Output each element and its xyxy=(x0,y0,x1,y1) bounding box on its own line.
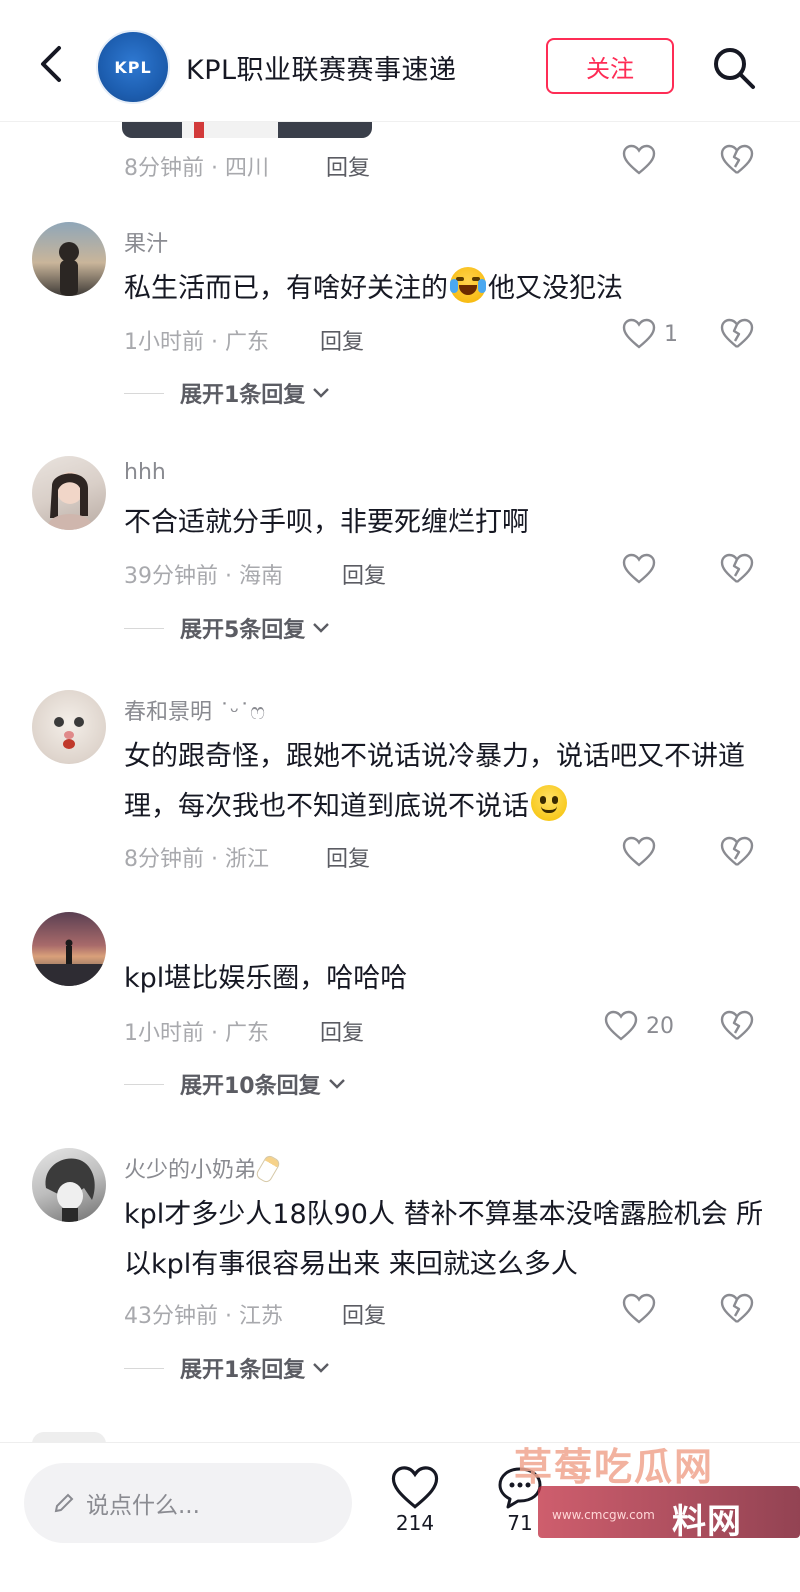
avatar[interactable] xyxy=(32,690,106,764)
dislike-button[interactable] xyxy=(720,1010,754,1046)
broken-heart-icon xyxy=(720,553,754,583)
broken-heart-icon xyxy=(720,144,754,174)
comment-time-location: 43分钟前 · 江苏 xyxy=(124,1304,283,1329)
heart-icon xyxy=(622,144,656,175)
like-button[interactable] xyxy=(622,1293,656,1325)
expand-replies-button[interactable]: 展开10条回复 xyxy=(124,1068,347,1100)
heart-icon xyxy=(604,1010,638,1041)
dislike-button[interactable] xyxy=(720,318,754,354)
comment-time-location: 39分钟前 · 海南 xyxy=(124,564,283,589)
avatar[interactable] xyxy=(32,456,106,530)
logo-text: KPL xyxy=(114,57,152,77)
baby-bottle-icon xyxy=(254,1153,282,1185)
comment-time-location: 8分钟前 · 浙江 xyxy=(124,847,269,872)
reply-button[interactable]: 回复 xyxy=(326,150,370,182)
comment-text: kpl堪比娱乐圈，哈哈哈 xyxy=(124,963,408,994)
avatar[interactable] xyxy=(32,912,106,986)
page-title[interactable]: KPL职业联赛赛事速递 xyxy=(186,48,457,87)
comment-text: 不合适就分手呗，非要死缠烂打啊 xyxy=(124,507,529,538)
laughing-crying-emoji-icon xyxy=(450,267,486,303)
account-avatar[interactable]: KPL xyxy=(96,30,170,104)
comment-image-preview[interactable] xyxy=(122,120,372,138)
username-text: 火少的小奶弟 xyxy=(124,1158,257,1183)
comment-text: 私生活而已，有啥好关注的 他又没犯法 xyxy=(124,264,764,314)
expand-line xyxy=(124,627,164,629)
comment-input[interactable]: 说点什么... xyxy=(24,1463,352,1543)
reply-button[interactable]: 回复 xyxy=(320,324,364,356)
chevron-down-icon xyxy=(313,623,330,633)
broken-heart-icon xyxy=(720,836,754,866)
expand-replies-label: 展开1条回复 xyxy=(180,1358,306,1383)
heart-icon xyxy=(391,1466,439,1509)
comment-time-location: 1小时前 · 广东 xyxy=(124,330,269,355)
expand-replies-button[interactable]: 展开1条回复 xyxy=(124,377,331,409)
dislike-button[interactable] xyxy=(720,836,754,872)
top-bar: KPL KPL职业联赛赛事速递 关注 xyxy=(0,0,800,122)
watermark-title: 草莓吃瓜网 xyxy=(514,1445,715,1489)
reply-button[interactable]: 回复 xyxy=(326,841,370,873)
like-button[interactable]: 20 xyxy=(604,1010,674,1042)
expand-replies-label: 展开5条回复 xyxy=(180,618,306,643)
comment-text-part: 他又没犯法 xyxy=(488,273,623,304)
avatar[interactable] xyxy=(32,222,106,296)
watermark-bar-text: 料网 xyxy=(672,1502,742,1542)
comment-time-location: 1小时前 · 广东 xyxy=(124,1021,269,1046)
search-icon xyxy=(714,48,755,89)
like-action-count: 214 xyxy=(395,1511,435,1535)
heart-icon xyxy=(622,1293,656,1324)
reply-button[interactable]: 回复 xyxy=(320,1015,364,1047)
watermark-url: www.cmcgw.com xyxy=(552,1508,655,1522)
chevron-down-icon xyxy=(328,1079,345,1089)
back-arrow-icon xyxy=(41,46,61,82)
comment-username[interactable]: 火少的小奶弟 xyxy=(124,1152,282,1185)
smiling-emoji-icon xyxy=(531,785,567,821)
like-button[interactable] xyxy=(622,836,656,868)
comment-text-part: 女的跟奇怪，跟她不说话说冷暴力，说话吧又不讲道理，每次我也不知道到底说不说话 xyxy=(124,741,745,822)
comment-text: 女的跟奇怪，跟她不说话说冷暴力，说话吧又不讲道理，每次我也不知道到底说不说话 xyxy=(124,732,764,832)
expand-replies-label: 展开1条回复 xyxy=(180,383,306,408)
comment-username[interactable]: hhh xyxy=(124,460,166,485)
comment-text: kpl才多少人18队90人 替补不算基本没啥露脸机会 所以kpl有事很容易出来 … xyxy=(124,1199,764,1280)
dislike-button[interactable] xyxy=(720,144,754,180)
back-button[interactable] xyxy=(30,42,74,86)
like-button[interactable] xyxy=(622,553,656,585)
chevron-down-icon xyxy=(313,1363,330,1373)
comment-text-part: 私生活而已，有啥好关注的 xyxy=(124,273,448,304)
like-button[interactable]: 1 xyxy=(622,318,678,350)
expand-line xyxy=(124,392,164,394)
comment-username[interactable]: 春和景明 ˙ᵕ˙ෆ xyxy=(124,694,265,726)
like-count: 1 xyxy=(664,321,678,347)
heart-icon xyxy=(622,553,656,584)
comment-username[interactable]: 果汁 xyxy=(124,226,168,258)
reply-button[interactable]: 回复 xyxy=(342,558,386,590)
broken-heart-icon xyxy=(720,318,754,348)
dislike-button[interactable] xyxy=(720,1293,754,1329)
broken-heart-icon xyxy=(720,1293,754,1323)
expand-replies-button[interactable]: 展开1条回复 xyxy=(124,1352,331,1384)
like-button[interactable] xyxy=(622,144,656,176)
avatar[interactable] xyxy=(32,1148,106,1222)
heart-icon xyxy=(622,318,656,349)
reply-button[interactable]: 回复 xyxy=(342,1298,386,1330)
comment-input-placeholder: 说点什么... xyxy=(86,1493,200,1519)
expand-line xyxy=(124,1367,164,1369)
pencil-icon xyxy=(54,1493,74,1513)
follow-button[interactable]: 关注 xyxy=(546,38,674,94)
expand-line xyxy=(124,1083,164,1085)
comment-time-location: 8分钟前 · 四川 xyxy=(124,156,269,181)
expand-replies-label: 展开10条回复 xyxy=(180,1074,321,1099)
expand-replies-button[interactable]: 展开5条回复 xyxy=(124,612,331,644)
like-action[interactable]: 214 xyxy=(390,1465,440,1535)
watermark: 草莓吃瓜网 料网 www.cmcgw.com xyxy=(508,1436,800,1592)
like-count: 20 xyxy=(646,1013,674,1039)
broken-heart-icon xyxy=(720,1010,754,1040)
chevron-down-icon xyxy=(313,388,330,398)
search-button[interactable] xyxy=(710,44,758,92)
dislike-button[interactable] xyxy=(720,553,754,589)
heart-icon xyxy=(622,836,656,867)
